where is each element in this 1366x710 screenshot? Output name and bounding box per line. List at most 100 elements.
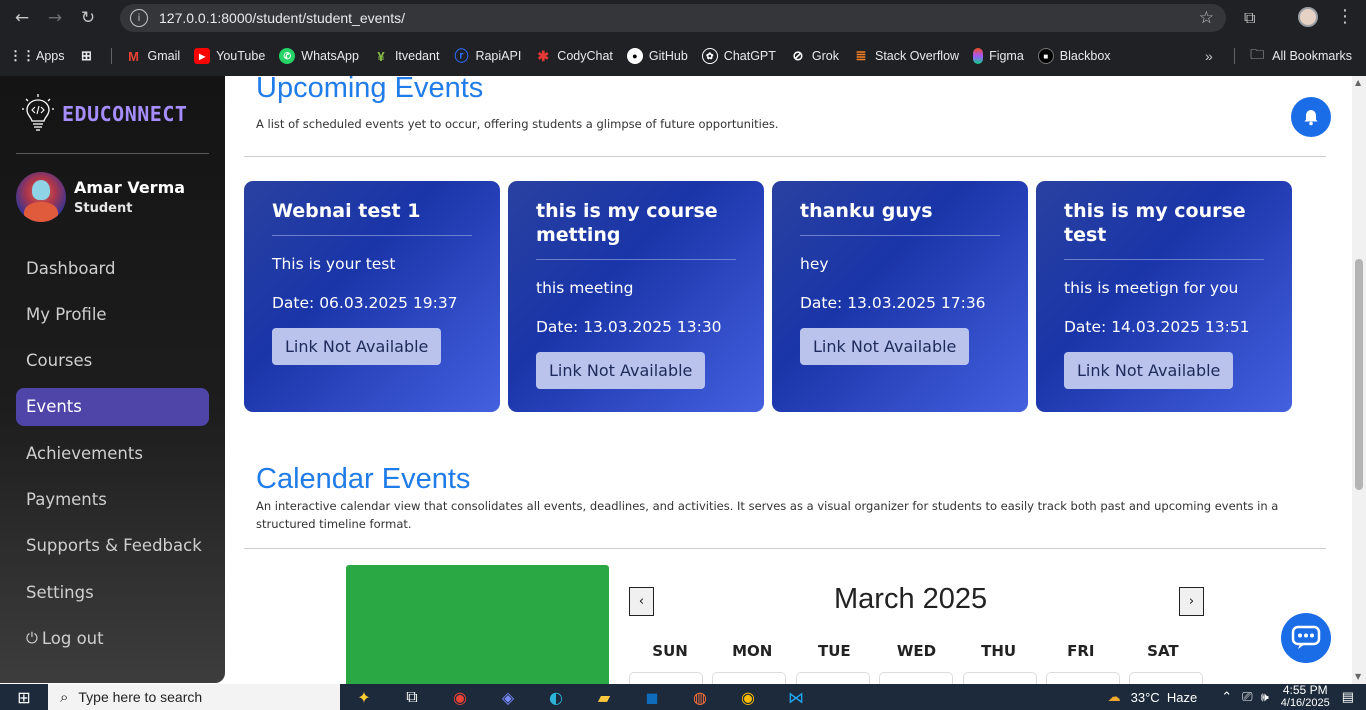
bookmark-blackbox[interactable]: ■ Blackbox [1037,48,1111,64]
tray-chevron-icon[interactable]: ⌃ [1221,689,1232,705]
firefox-icon[interactable]: ◍ [676,684,724,710]
sidebar-item-supports-feedback[interactable]: Supports & Feedback [16,527,209,565]
bookmark-star-icon[interactable]: ☆ [1199,8,1214,28]
bookmark-label: Blackbox [1059,49,1111,63]
calendar-weekdays: SUN MON TUE WED THU FRI SAT [629,642,1204,660]
user-profile[interactable]: Amar Verma Student [16,172,185,222]
sidebar-item-dashboard[interactable]: Dashboard [16,249,209,287]
scroll-thumb[interactable] [1355,259,1363,490]
copilot-icon[interactable]: ◈ [484,684,532,710]
bookmark-label: Grok [811,49,839,63]
event-link-button[interactable]: Link Not Available [536,352,706,389]
sidebar-item-achievements[interactable]: Achievements [16,434,209,472]
event-card-title: thanku guys [800,199,1000,223]
browser-menu-icon[interactable]: ⋮ [1336,6,1354,27]
copilot-sparkle-icon[interactable]: ✦ [340,684,388,710]
bookmark-whatsapp[interactable]: ✆ WhatsApp [279,48,359,64]
bookmark-label: ChatGPT [723,49,776,63]
more-bookmarks-icon[interactable]: » [1205,48,1213,64]
event-card-divider [800,235,1000,236]
weekday-label: FRI [1067,642,1095,660]
windows-start-icon[interactable]: ⊞ [0,684,48,710]
sidebar-item-payments[interactable]: Payments [16,480,209,518]
bookmark-figma[interactable]: Figma [973,48,1024,64]
chat-bubble-icon [1291,625,1321,649]
calendar-cell[interactable] [962,672,1037,684]
sidebar-item-my-profile[interactable]: My Profile [16,295,209,333]
task-view-icon[interactable]: ⧉ [388,684,436,710]
taskbar-search[interactable]: ⌕ Type here to search [48,684,340,710]
bookmark-codychat[interactable]: ✱ CodyChat [535,48,613,64]
sidebar-item-logout[interactable]: ⏻ Log out [16,619,209,657]
youtube-icon: ▶ [194,48,211,64]
chrome-profile-icon[interactable]: ◉ [724,684,772,710]
chat-button[interactable] [1281,613,1331,663]
bookmark-grok[interactable]: ⊘ Grok [790,48,839,64]
weather-text[interactable]: 33°C Haze [1131,690,1198,705]
bookmark-label: CodyChat [557,49,613,63]
sidebar-item-events[interactable]: Events [16,387,209,426]
bookmark-github[interactable]: ● GitHub [626,48,688,64]
meet-now-icon[interactable]: ⎚ [1242,689,1252,705]
system-tray: ☁ 33°C Haze ⌃ ⎚ 🕪 4:55 PM 4/16/2025 ▤ [1108,684,1366,710]
scroll-down-icon[interactable]: ▼ [1355,672,1361,681]
whatsapp-icon: ✆ [279,48,296,64]
calendar-cell[interactable] [629,672,703,684]
bookmark-itvedant[interactable]: ¥ Itvedant [373,48,439,64]
calendar-prev-button[interactable]: ‹ [629,587,654,616]
calendar-cell[interactable] [1045,672,1120,684]
calendar-cell[interactable] [879,672,954,684]
all-bookmarks-label: All Bookmarks [1272,49,1352,63]
vscode-icon[interactable]: ⋈ [772,684,820,710]
event-link-button[interactable]: Link Not Available [1064,352,1234,389]
calendar-cell[interactable] [712,672,787,684]
bookmark-rapiapi[interactable]: ⓡ RapiAPI [453,48,521,64]
bookmark-grid[interactable]: ⊞ [79,48,101,64]
scroll-up-icon[interactable]: ▲ [1355,78,1361,87]
file-explorer-icon[interactable]: ▰ [580,684,628,710]
user-name: Amar Verma [74,178,186,197]
bookmark-apps[interactable]: ⋮⋮ Apps [9,48,65,64]
bookmark-youtube[interactable]: ▶ YouTube [194,48,265,64]
address-bar[interactable]: i 127.0.0.1:8000/student/student_events/… [120,4,1226,32]
bookmark-gmail[interactable]: M Gmail [126,48,180,64]
upcoming-events-description: A list of scheduled events yet to occur,… [256,117,779,131]
calendar-next-button[interactable]: › [1179,587,1204,616]
reload-icon[interactable]: ↻ [77,7,99,29]
edge-icon[interactable]: ◐ [532,684,580,710]
event-card: thanku guys hey Date: 13.03.2025 17:36 L… [772,181,1028,412]
weekday-label: WED [896,642,937,660]
site-info-icon[interactable]: i [130,9,148,27]
notifications-icon[interactable]: ▤ [1342,689,1354,705]
bookmark-label: Itvedant [394,49,440,63]
chrome-icon[interactable]: ◉ [436,684,484,710]
event-link-button[interactable]: Link Not Available [800,328,970,365]
page-scrollbar[interactable]: ▲ ▼ [1352,76,1366,684]
forward-icon[interactable]: → [44,7,66,29]
calendar-side-panel [346,565,609,684]
notification-bell-button[interactable] [1291,97,1331,137]
calendar-cell[interactable] [795,672,870,684]
calendar-cell[interactable] [1129,672,1204,684]
back-icon[interactable]: ← [11,7,33,29]
event-card-title: this is my course test [1064,200,1246,246]
bookmark-chatgpt[interactable]: ✿ ChatGPT [701,48,776,64]
blackbox-icon: ■ [1037,48,1054,64]
bookmark-stackoverflow[interactable]: ≣ Stack Overflow [853,48,960,64]
sidebar-item-courses[interactable]: Courses [16,342,209,380]
user-info: Amar Verma Student [74,178,185,216]
extensions-icon[interactable]: ⧉ [1244,8,1255,28]
event-card-description: this is meetign for you [1064,279,1239,297]
taskbar: ⊞ ⌕ Type here to search ✦ ⧉ ◉ ◈ ◐ ▰ ◼ ◍ … [0,684,1366,710]
bookmark-separator [110,48,112,64]
sidebar-item-settings[interactable]: Settings [16,573,209,611]
event-link-button[interactable]: Link Not Available [272,328,442,365]
outlook-icon[interactable]: ◼ [628,684,676,710]
weekday-label: TUE [818,642,851,660]
url-text[interactable]: 127.0.0.1:8000/student/student_events/ [159,10,405,26]
logo[interactable]: EDUCONNECT [22,94,187,134]
profile-avatar-icon[interactable] [1298,7,1318,27]
clock[interactable]: 4:55 PM 4/16/2025 [1281,684,1330,710]
volume-icon[interactable]: 🕪 [1261,689,1269,705]
all-bookmarks[interactable]: 🗀 All Bookmarks [1250,44,1352,68]
